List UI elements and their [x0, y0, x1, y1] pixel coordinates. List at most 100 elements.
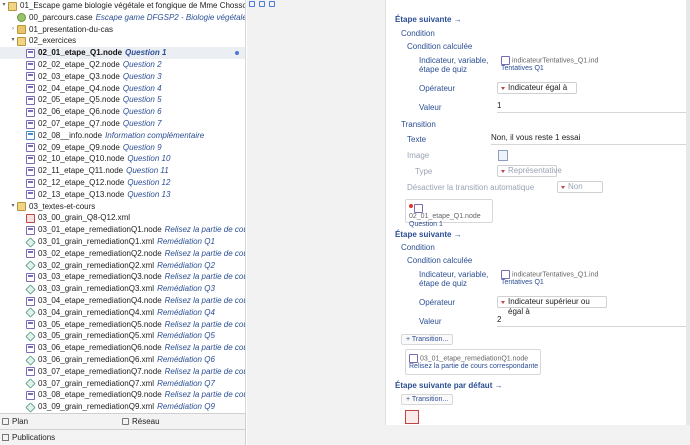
tree-item[interactable]: 03_06_etape_remediationQ6.node Relisez la…	[0, 342, 245, 354]
xml-icon	[25, 331, 36, 342]
tree-item[interactable]: 03_04_grain_remediationQ4.xml Remédiation…	[0, 307, 245, 319]
step2-title[interactable]: Étape suivante →	[395, 230, 462, 239]
bottom-tabs: Plan Réseau	[0, 413, 246, 429]
tree-item[interactable]: 02_06_etape_Q6.node Question 6	[0, 106, 245, 118]
editor-panel: Étape suivante → Condition Condition cal…	[385, 0, 690, 425]
scrollbar[interactable]	[686, 0, 690, 425]
tree-item[interactable]: 02_01_etape_Q1.node Question 1	[0, 47, 245, 59]
tree-item-name: 02_10_etape_Q10.node	[38, 154, 125, 164]
expand-toggle-icon[interactable]: ›	[9, 24, 17, 36]
tree-item[interactable]: 03_01_etape_remediationQ1.node Relisez la…	[0, 224, 245, 236]
tree-item[interactable]: 03_03_grain_remediationQ3.xml Remédiation…	[0, 283, 245, 295]
node-icon	[26, 107, 35, 117]
step1-type-select[interactable]: Représentative	[497, 165, 562, 177]
tree-item[interactable]: 02_07_etape_Q7.node Question 7	[0, 118, 245, 130]
step1-text-label: Texte	[407, 135, 427, 144]
step1-value-text: 1	[497, 101, 502, 110]
tree-item[interactable]: 02_08__info.node Information complémentai…	[0, 130, 245, 142]
step1-title[interactable]: Étape suivante →	[395, 15, 462, 24]
tree-item[interactable]: 02_03_etape_Q3.node Question 3	[0, 71, 245, 83]
editor-toolbar	[247, 0, 287, 8]
step1-disable-select[interactable]: Non	[557, 181, 603, 193]
step2-value-field[interactable]: 2	[497, 315, 690, 327]
step1-value-field[interactable]: 1	[497, 101, 690, 113]
tree-item-name: 03_02_grain_remediationQ2.xml	[38, 260, 155, 270]
tree-item-name: 02_11_etape_Q11.node	[38, 166, 124, 176]
tree-item-label: Relisez la partie de cours ...	[164, 248, 245, 258]
expand-toggle-icon[interactable]: ▾	[0, 0, 8, 12]
tree-item[interactable]: › 01_presentation-du-cas	[0, 24, 245, 36]
tree-item[interactable]: 02_11_etape_Q11.node Question 11	[0, 165, 245, 177]
image-picker-icon[interactable]	[498, 150, 508, 161]
tree-item[interactable]: 03_06_grain_remediationQ6.xml Remédiation…	[0, 354, 245, 366]
tab-publications-label: Publications	[12, 433, 56, 442]
node-icon	[26, 48, 35, 58]
step1-condition: Condition	[401, 29, 435, 38]
tree-item[interactable]: 03_03_etape_remediationQ3.node Relisez la…	[0, 271, 245, 283]
tree-item-label: Question 6	[122, 107, 162, 117]
tree-item[interactable]: 03_05_etape_remediationQ5.node Relisez la…	[0, 319, 245, 331]
tree-item-name: 03_06_etape_remediationQ6.node	[38, 343, 162, 353]
arrow-right-icon: →	[494, 381, 503, 390]
tree-item[interactable]: 03_07_grain_remediationQ7.xml Remédiation…	[0, 378, 245, 390]
node-icon	[26, 225, 35, 235]
tree-item[interactable]: 03_07_etape_remediationQ7.node Relisez la…	[0, 366, 245, 378]
tree-item-label: Relisez la partie de cours ...	[164, 343, 245, 353]
step1-image-label: Image	[407, 151, 430, 160]
tree-item-label: Question 7	[122, 119, 162, 128]
default-step-title[interactable]: Étape suivante par défaut →	[395, 381, 503, 390]
tree-item[interactable]: 03_08_etape_remediationQ9.node Relisez la…	[0, 389, 245, 401]
tree-item[interactable]: 03_00_grain_Q8-Q12.xml	[0, 212, 245, 224]
tree-item[interactable]: 02_12_etape_Q12.node Question 12	[0, 177, 245, 189]
step2-target-card[interactable]: 03_01_etape_remediationQ1.node Relisez l…	[405, 349, 541, 375]
tree-item[interactable]: 02_09_etape_Q9.node Question 9	[0, 142, 245, 154]
xml-icon	[25, 236, 36, 248]
step1-operator-select[interactable]: Indicateur égal à	[497, 82, 577, 94]
tree-item[interactable]: ▾ 01_Escape game biologie végétale et fon…	[0, 0, 245, 12]
toolbar-icon[interactable]	[259, 1, 265, 7]
tree-item[interactable]: 02_10_etape_Q10.node Question 10	[0, 153, 245, 165]
tree-item[interactable]: 03_09_grain_remediationQ9.xml Remédiation…	[0, 401, 245, 413]
tree-item-label: Question 11	[126, 166, 169, 176]
node-icon	[26, 84, 35, 94]
tree-item[interactable]: 03_02_grain_remediationQ2.xml Remédiation…	[0, 260, 245, 272]
tree-item[interactable]: 03_02_etape_remediationQ2.node Relisez la…	[0, 248, 245, 260]
tree-item[interactable]: ▾ 03_textes-et-cours	[0, 201, 245, 213]
modified-dot-icon	[235, 51, 239, 56]
step1-indicator-ref[interactable]: indicateurTentatives_Q1.ind Tentatives Q…	[501, 56, 598, 73]
step1-text-field[interactable]: Non, il vous reste 1 essai	[491, 133, 690, 145]
step2-value-text: 2	[497, 315, 502, 324]
toolbar-icon[interactable]	[269, 1, 275, 7]
step2-add-transition-button[interactable]: + Transition...	[401, 334, 454, 345]
step2-target-ref: 03_01_etape_remediationQ1.node Relisez l…	[409, 354, 538, 371]
expand-toggle-icon[interactable]: ▾	[9, 35, 17, 47]
tree-item[interactable]: 02_04_etape_Q4.node Question 4	[0, 83, 245, 95]
folder-icon	[17, 25, 26, 35]
xml-icon	[25, 354, 36, 366]
publications-icon	[2, 434, 9, 441]
tree-item[interactable]: 02_13_etape_Q13.node Question 13	[0, 189, 245, 201]
tab-publications[interactable]: Publications	[0, 430, 55, 445]
default-add-transition-button[interactable]: + Transition...	[401, 394, 454, 405]
step2-operator-select[interactable]: Indicateur supérieur ou égal à	[497, 296, 607, 316]
tree-item-label: Remédiation Q5	[157, 331, 215, 341]
tree-item[interactable]: 02_05_etape_Q5.node Question 5	[0, 94, 245, 106]
tree-item[interactable]: 00_parcours.case Escape game DFGSP2 - Bio…	[0, 12, 245, 24]
tree-item[interactable]: 03_01_grain_remediationQ1.xml Remédiation…	[0, 236, 245, 248]
tree-item[interactable]: 02_02_etape_Q2.node Question 2	[0, 59, 245, 71]
tree-item-name: 02_06_etape_Q6.node	[38, 107, 120, 117]
tree-item[interactable]: 03_05_grain_remediationQ5.xml Remédiation…	[0, 330, 245, 342]
tree-item-name: 03_03_etape_remediationQ3.node	[38, 272, 162, 282]
xml-red-icon	[26, 213, 35, 223]
expand-toggle-icon[interactable]: ▾	[9, 201, 17, 213]
file-tree[interactable]: ▾ 01_Escape game biologie végétale et fon…	[0, 0, 246, 413]
tree-item-label: Relisez la partie de cours ...	[164, 296, 245, 305]
tree-item[interactable]: ▾ 02_exercices	[0, 35, 245, 47]
tab-reseau[interactable]: Réseau	[120, 414, 160, 429]
broken-link-icon[interactable]	[405, 410, 419, 424]
step1-target-card[interactable]: 02_01_etape_Q1.node Question 1	[405, 199, 493, 228]
toolbar-icon[interactable]	[249, 1, 255, 7]
tab-plan[interactable]: Plan	[0, 414, 28, 429]
step2-indicator-ref[interactable]: indicateurTentatives_Q1.ind Tentatives Q…	[501, 270, 598, 287]
tree-item[interactable]: 03_04_etape_remediationQ4.node Relisez la…	[0, 295, 245, 307]
